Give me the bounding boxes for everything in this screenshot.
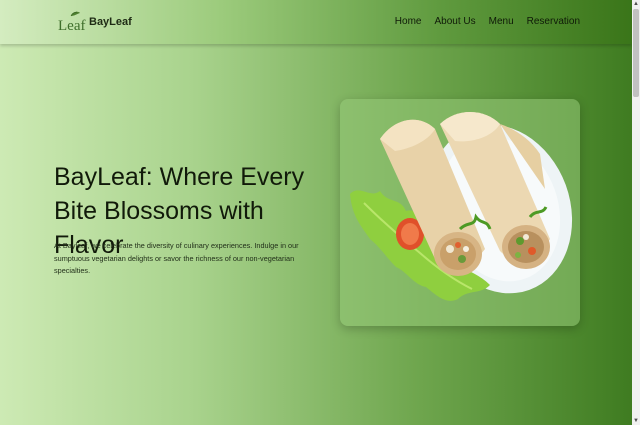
nav-reservation[interactable]: Reservation	[527, 16, 580, 27]
scroll-thumb[interactable]	[633, 9, 639, 97]
logo-text: Leaf	[58, 18, 86, 34]
scroll-down-arrow-icon[interactable]: ▼	[632, 417, 640, 425]
bayleaf-logo[interactable]: Leaf	[58, 10, 86, 34]
scroll-up-arrow-icon[interactable]: ▲	[632, 0, 640, 8]
vertical-scrollbar[interactable]: ▲ ▼	[632, 0, 640, 425]
brand-name[interactable]: BayLeaf	[89, 16, 132, 28]
nav-menu[interactable]: Menu	[489, 16, 514, 27]
nav-home[interactable]: Home	[395, 16, 422, 27]
navbar: Leaf BayLeaf Home About Us Menu Reservat…	[0, 0, 632, 44]
nav-about-us[interactable]: About Us	[434, 16, 475, 27]
food-wraps-image	[350, 111, 573, 301]
page: Leaf BayLeaf Home About Us Menu Reservat…	[0, 0, 640, 425]
hero-description: At Bayleaf, we celebrate the diversity o…	[54, 241, 299, 275]
hero-image-card	[340, 99, 580, 326]
main-nav: Home About Us Menu Reservation	[395, 16, 580, 27]
